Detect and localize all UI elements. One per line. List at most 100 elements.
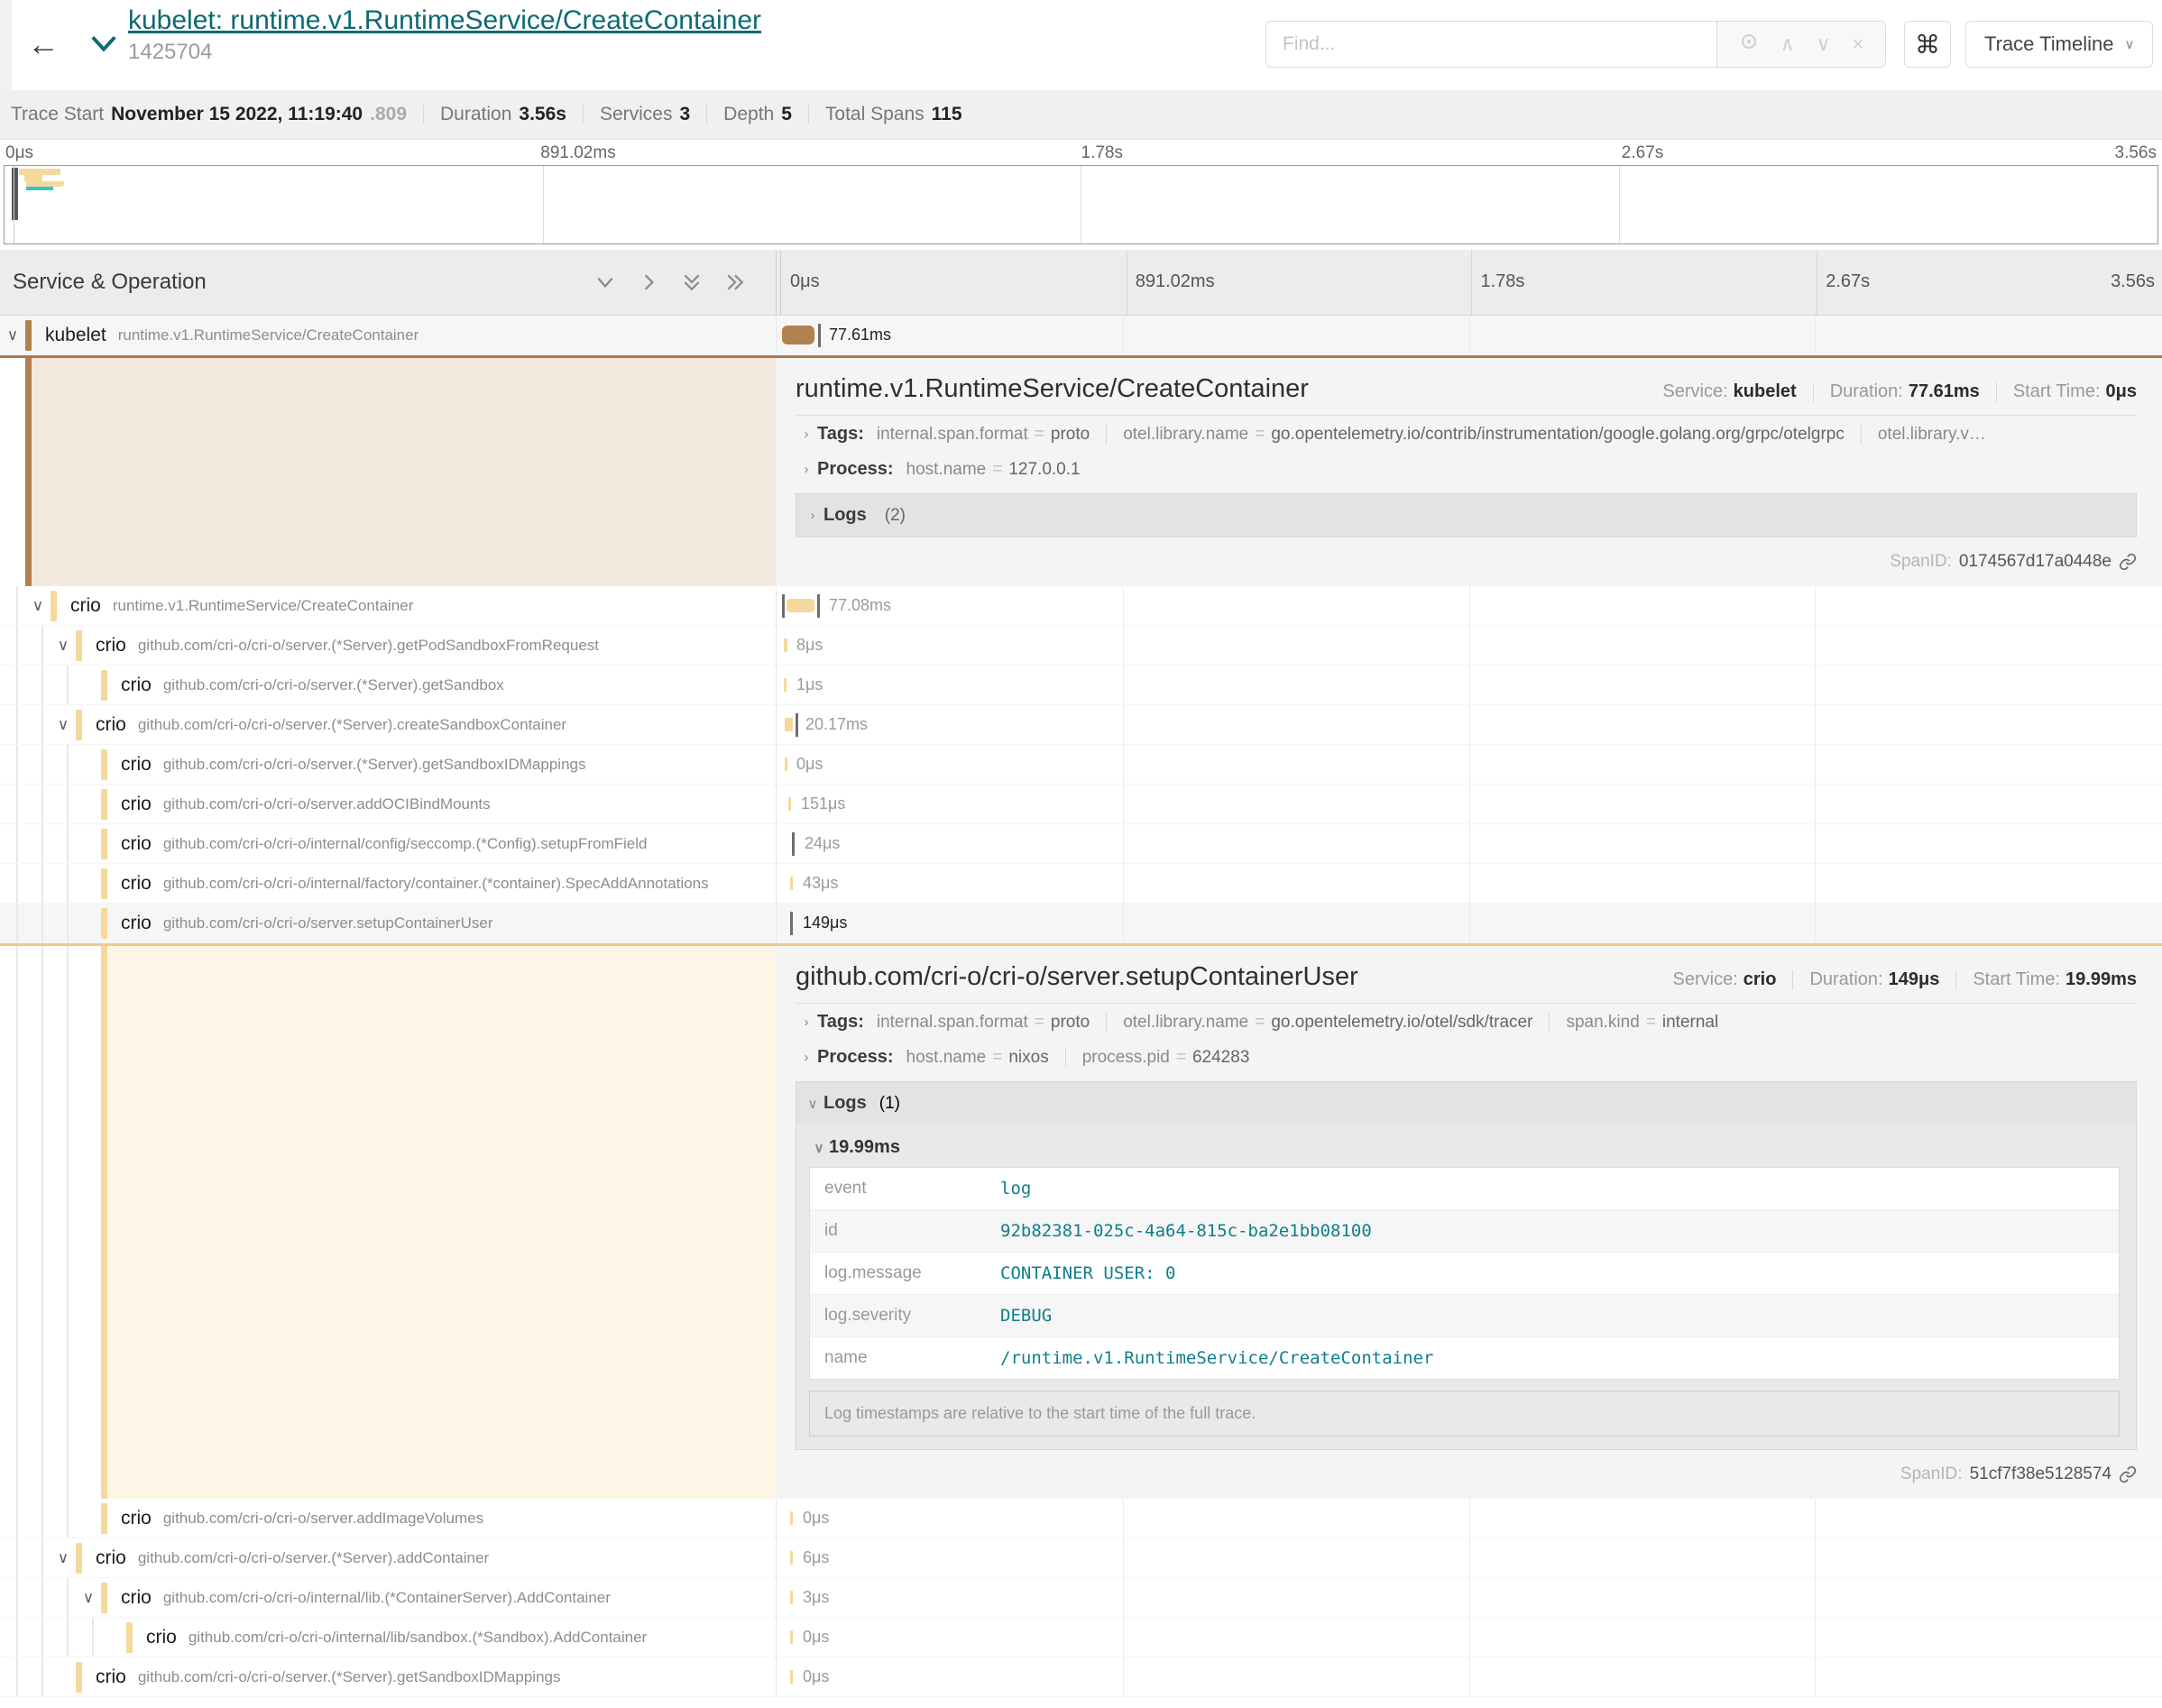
trace-start-label: Trace Start xyxy=(11,104,104,125)
divider xyxy=(583,105,584,124)
span-timeline-cell[interactable]: 24μs xyxy=(776,824,2162,863)
span-timeline-cell[interactable]: 151μs xyxy=(776,785,2162,823)
span-name-cell: crio github.com/cri-o/cri-o/server.addIm… xyxy=(0,1499,776,1538)
span-row[interactable]: crio github.com/cri-o/cri-o/internal/con… xyxy=(0,824,2162,864)
process-toggle-row[interactable]: › Process: host.name=127.0.0.1 xyxy=(796,451,2137,486)
tags-toggle-row[interactable]: › Tags: internal.span.format=proto otel.… xyxy=(796,416,2137,451)
find-prev-icon[interactable]: ∧ xyxy=(1780,32,1795,56)
span-row-setupcontaineruser[interactable]: crio github.com/cri-o/cri-o/server.setup… xyxy=(0,904,2162,943)
span-operation: github.com/cri-o/cri-o/server.addImageVo… xyxy=(163,1510,776,1528)
span-timeline-cell[interactable]: 149μs xyxy=(776,904,2162,942)
span-row[interactable]: crio github.com/cri-o/cri-o/server.(*Ser… xyxy=(0,1657,2162,1697)
log-field-key: log.severity xyxy=(824,1306,1000,1326)
minimap-canvas[interactable] xyxy=(4,165,2158,244)
span-timeline-cell[interactable]: 1μs xyxy=(776,666,2162,704)
span-duration-bar xyxy=(790,1670,793,1684)
expand-one-icon[interactable] xyxy=(639,272,658,292)
find-clear-icon[interactable]: × xyxy=(1852,32,1863,56)
find-input[interactable] xyxy=(1265,21,1716,68)
divider xyxy=(1549,1013,1550,1033)
link-icon[interactable] xyxy=(2119,1465,2137,1483)
span-timeline-cell[interactable]: 6μs xyxy=(776,1538,2162,1577)
back-button[interactable]: ← xyxy=(27,25,60,63)
process-toggle-row[interactable]: › Process: host.name=nixos process.pid=6… xyxy=(796,1039,2137,1074)
duration-label: Duration: xyxy=(1830,381,1903,402)
keyboard-shortcuts-button[interactable]: ⌘ xyxy=(1904,21,1951,68)
span-timeline-cell[interactable]: 0μs xyxy=(776,745,2162,784)
chevron-down-icon[interactable]: ∨ xyxy=(51,1549,76,1567)
span-row[interactable]: crio github.com/cri-o/cri-o/internal/lib… xyxy=(0,1618,2162,1657)
indent-spacer xyxy=(0,666,76,704)
logs-toggle-row[interactable]: ∨ Logs (1) xyxy=(796,1082,2136,1125)
indent-spacer xyxy=(0,1657,51,1696)
span-timeline-cell[interactable]: 8μs xyxy=(776,626,2162,665)
service-color-bar xyxy=(101,749,107,780)
span-row[interactable]: ∨ crio github.com/cri-o/cri-o/server.(*S… xyxy=(0,626,2162,666)
trace-title-link[interactable]: kubelet: runtime.v1.RuntimeService/Creat… xyxy=(128,5,761,36)
span-row[interactable]: crio github.com/cri-o/cri-o/server.addIm… xyxy=(0,1499,2162,1538)
span-operation: github.com/cri-o/cri-o/internal/lib/sand… xyxy=(189,1629,776,1647)
divider xyxy=(1065,1048,1066,1068)
span-row[interactable]: crio github.com/cri-o/cri-o/server.addOC… xyxy=(0,785,2162,824)
span-row[interactable]: ∨ crio github.com/cri-o/cri-o/internal/l… xyxy=(0,1578,2162,1618)
log-field-row: name /runtime.v1.RuntimeService/CreateCo… xyxy=(810,1337,2119,1379)
log-entry-toggle[interactable]: ∨ 19.99ms xyxy=(809,1128,2120,1167)
trace-id: 1425704 xyxy=(128,40,761,65)
log-fields-table: event log id 92b82381-025c-4a64-815c-ba2… xyxy=(809,1167,2120,1380)
logs-toggle-row[interactable]: › Logs (2) xyxy=(796,493,2137,537)
find-nav-group: ∧ ∨ × xyxy=(1716,21,1886,68)
span-timeline-cell[interactable]: 77.61ms xyxy=(776,316,2162,354)
tags-toggle-row[interactable]: › Tags: internal.span.format=proto otel.… xyxy=(796,1004,2137,1039)
trace-view-selector[interactable]: Trace Timeline ∨ xyxy=(1965,21,2153,68)
span-timeline-cell[interactable]: 77.08ms xyxy=(776,586,2162,625)
find-next-icon[interactable]: ∨ xyxy=(1816,32,1830,56)
span-row[interactable]: crio github.com/cri-o/cri-o/server.(*Ser… xyxy=(0,745,2162,785)
indent-spacer xyxy=(0,358,25,586)
span-row[interactable]: ∨ crio github.com/cri-o/cri-o/server.(*S… xyxy=(0,705,2162,745)
span-row[interactable]: crio github.com/cri-o/cri-o/internal/fac… xyxy=(0,864,2162,904)
locate-span-icon[interactable] xyxy=(1739,32,1759,57)
span-id-label: SpanID: xyxy=(1900,1465,1963,1484)
span-timeline-cell[interactable]: 0μs xyxy=(776,1657,2162,1696)
equals: = xyxy=(992,1048,1002,1068)
jaeger-trace-page: ← kubelet: runtime.v1.RuntimeService/Cre… xyxy=(0,0,2162,1708)
span-row[interactable]: crio github.com/cri-o/cri-o/server.(*Ser… xyxy=(0,666,2162,705)
chevron-down-icon[interactable]: ∨ xyxy=(51,637,76,655)
span-id-value: 0174567d17a0448e xyxy=(1959,552,2111,572)
indent-spacer xyxy=(0,904,76,942)
chevron-down-icon[interactable]: ∨ xyxy=(76,1589,101,1607)
span-row[interactable]: ∨ crio runtime.v1.RuntimeService/CreateC… xyxy=(0,586,2162,626)
span-name-cell: crio github.com/cri-o/cri-o/server.setup… xyxy=(0,904,776,942)
span-name-cell: crio github.com/cri-o/cri-o/internal/lib… xyxy=(0,1618,776,1657)
indent-spacer xyxy=(0,705,51,744)
trace-start-value: November 15 2022, 11:19:40 xyxy=(111,104,363,125)
service-operation-header: Service & Operation xyxy=(0,250,776,315)
span-id-label: SpanID: xyxy=(1890,552,1952,572)
expand-all-icon[interactable] xyxy=(725,272,745,292)
chevron-down-icon[interactable]: ∨ xyxy=(51,716,76,734)
log-field-row: id 92b82381-025c-4a64-815c-ba2e1bb08100 xyxy=(810,1210,2119,1253)
service-color-bar xyxy=(126,1622,133,1653)
span-operation: github.com/cri-o/cri-o/server.(*Server).… xyxy=(138,1549,776,1567)
trace-start-ms: .809 xyxy=(370,104,407,125)
trace-title-collapse-chevron[interactable] xyxy=(90,34,117,57)
chevron-down-icon[interactable]: ∨ xyxy=(25,597,51,615)
span-row[interactable]: ∨ crio github.com/cri-o/cri-o/server.(*S… xyxy=(0,1538,2162,1578)
tag-key: span.kind xyxy=(1566,1013,1639,1033)
minimap-tick: 1.78s xyxy=(1081,143,1123,163)
service-color-bar xyxy=(101,1503,107,1534)
span-name-cell: ∨ crio github.com/cri-o/cri-o/server.(*S… xyxy=(0,705,776,744)
span-timeline-cell[interactable]: 0μs xyxy=(776,1499,2162,1538)
span-timeline-cell[interactable]: 43μs xyxy=(776,864,2162,903)
service-label: Service: xyxy=(1673,969,1738,990)
detail-meta: Service:kubelet Duration:77.61ms Start T… xyxy=(1662,381,2137,402)
span-timeline-cell[interactable]: 0μs xyxy=(776,1618,2162,1657)
link-icon[interactable] xyxy=(2119,553,2137,571)
collapse-one-icon[interactable] xyxy=(595,272,615,292)
span-row-kubelet-createcontainer[interactable]: ∨ kubelet runtime.v1.RuntimeService/Crea… xyxy=(0,316,2162,355)
span-timeline-cell[interactable]: 20.17ms xyxy=(776,705,2162,744)
collapse-all-icon[interactable] xyxy=(682,272,702,292)
start-time-value: 0μs xyxy=(2106,381,2137,402)
span-timeline-cell[interactable]: 3μs xyxy=(776,1578,2162,1617)
chevron-down-icon[interactable]: ∨ xyxy=(0,326,25,344)
